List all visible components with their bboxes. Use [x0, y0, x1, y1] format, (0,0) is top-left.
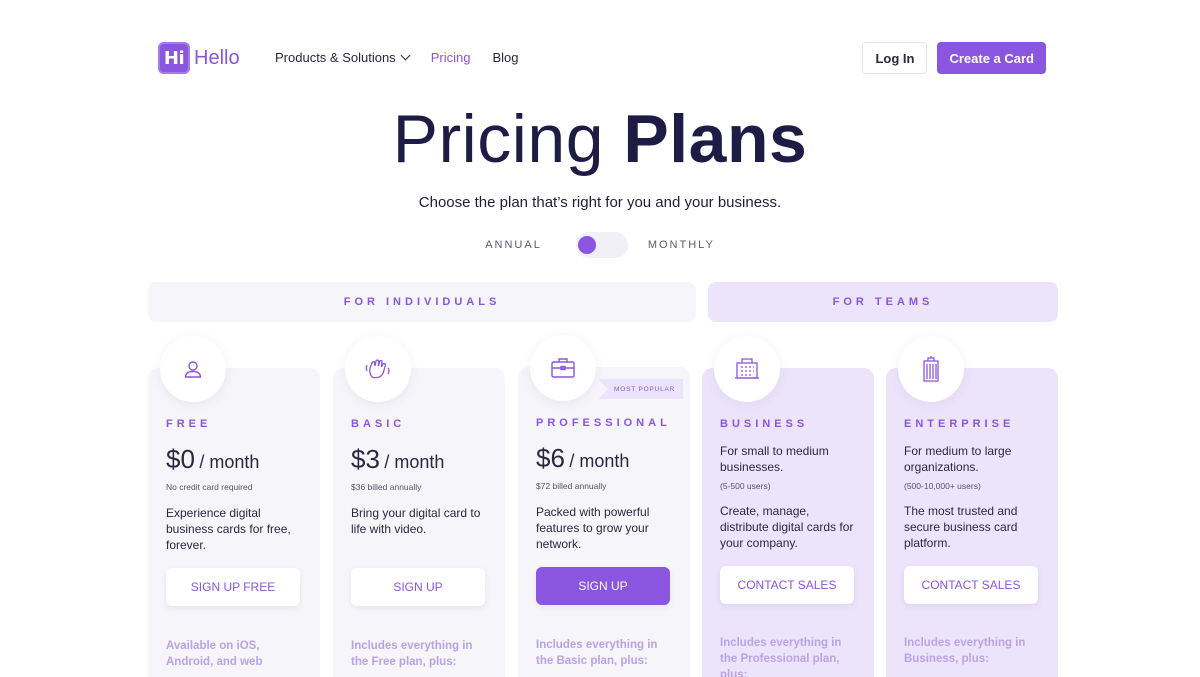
monthly-label[interactable]: MONTHLY: [648, 239, 715, 251]
sign-up-basic-button[interactable]: SIGN UP: [351, 568, 485, 606]
annual-label[interactable]: ANNUAL: [485, 239, 542, 251]
billing-toggle[interactable]: [575, 232, 628, 258]
section-teams-header: FOR TEAMS: [708, 282, 1058, 322]
plan-name: PROFESSIONAL: [536, 417, 671, 429]
hihello-logo[interactable]: Hi Hello: [158, 42, 240, 74]
plan-name: BUSINESS: [720, 418, 809, 430]
waving-hand-icon: [345, 336, 411, 402]
plan-name: ENTERPRISE: [904, 418, 1015, 430]
price-note: $36 billed annually: [351, 482, 422, 492]
plan-card-free: FREE $0 / month No credit card required …: [148, 336, 320, 677]
section-individuals-header: FOR INDIVIDUALS: [148, 282, 696, 322]
skyscraper-icon: [898, 336, 964, 402]
plan-description: Bring your digital card to life with vid…: [351, 506, 481, 536]
plan-name: FREE: [166, 418, 212, 430]
price-amount: $6: [536, 443, 565, 473]
most-popular-badge: MOST POPULAR: [598, 379, 684, 399]
plan-price: $0 / month: [166, 444, 259, 475]
logo-mark: Hi: [158, 42, 190, 74]
nav-links: Products & Solutions Pricing Blog: [275, 50, 518, 65]
top-nav: Hi Hello Products & Solutions Pricing Bl…: [158, 40, 1046, 76]
plan-footnote: Includes everything in Business, plus:: [904, 637, 1026, 665]
create-card-button[interactable]: Create a Card: [937, 42, 1046, 74]
plan-card-business: BUSINESS For small to medium businesses.…: [702, 336, 874, 677]
plan-description: Packed with powerful features to grow yo…: [536, 505, 650, 551]
plan-footnote: Available on iOS, Android, and web: [166, 640, 263, 668]
plan-name: BASIC: [351, 418, 406, 430]
plan-price: $6 / month: [536, 443, 629, 474]
plan-footnote: Includes everything in the Basic plan, p…: [536, 639, 658, 667]
sign-up-free-button[interactable]: SIGN UP FREE: [166, 568, 300, 606]
plan-description: The most trusted and secure business car…: [904, 504, 1018, 550]
plan-user-range: (5-500 users): [720, 481, 771, 491]
toggle-knob: [577, 236, 596, 254]
page-subtitle: Choose the plan that’s right for you and…: [418, 194, 782, 211]
plan-tagline: For small to medium businesses.: [720, 444, 829, 474]
plan-description: Create, manage, distribute digital cards…: [720, 504, 854, 550]
page-title-light: Pricing: [392, 101, 605, 177]
plan-card-basic: BASIC $3 / month $36 billed annually Bri…: [333, 336, 505, 677]
nav-link-products-label: Products & Solutions: [275, 50, 396, 65]
price-note: $72 billed annually: [536, 481, 607, 491]
price-amount: $0: [166, 444, 195, 474]
page-title: Pricing Plans: [0, 100, 1200, 178]
plan-price: $3 / month: [351, 444, 444, 475]
plan-description: Experience digital business cards for fr…: [166, 506, 291, 552]
nav-link-blog[interactable]: Blog: [492, 50, 518, 65]
logo-text: Hello: [194, 46, 240, 69]
user-icon: [160, 336, 226, 402]
briefcase-icon: [530, 335, 596, 401]
price-period: / month: [384, 452, 445, 472]
plan-card-professional: MOST POPULAR PROFESSIONAL $6 / month $72…: [518, 335, 690, 677]
login-button[interactable]: Log In: [862, 42, 928, 74]
sign-up-professional-button[interactable]: SIGN UP: [536, 567, 670, 605]
plan-user-range: (500-10,000+ users): [904, 481, 981, 491]
page-title-bold: Plans: [623, 101, 808, 177]
price-period: / month: [569, 451, 630, 471]
contact-sales-business-button[interactable]: CONTACT SALES: [720, 566, 854, 604]
plan-footnote: Includes everything in the Professional …: [720, 637, 842, 677]
plan-tagline: For medium to large organizations.: [904, 444, 1012, 474]
billing-toggle-row: ANNUAL MONTHLY: [0, 232, 1200, 258]
chevron-down-icon: [400, 50, 411, 61]
price-amount: $3: [351, 444, 380, 474]
nav-link-products[interactable]: Products & Solutions: [275, 50, 411, 65]
nav-actions: Log In Create a Card: [862, 42, 1046, 74]
nav-link-pricing[interactable]: Pricing: [431, 50, 471, 65]
plan-footnote: Includes everything in the Free plan, pl…: [351, 640, 473, 668]
office-building-icon: [714, 336, 780, 402]
price-period: / month: [199, 452, 260, 472]
contact-sales-enterprise-button[interactable]: CONTACT SALES: [904, 566, 1038, 604]
plan-card-enterprise: ENTERPRISE For medium to large organizat…: [886, 336, 1058, 677]
price-note: No credit card required: [166, 482, 253, 492]
